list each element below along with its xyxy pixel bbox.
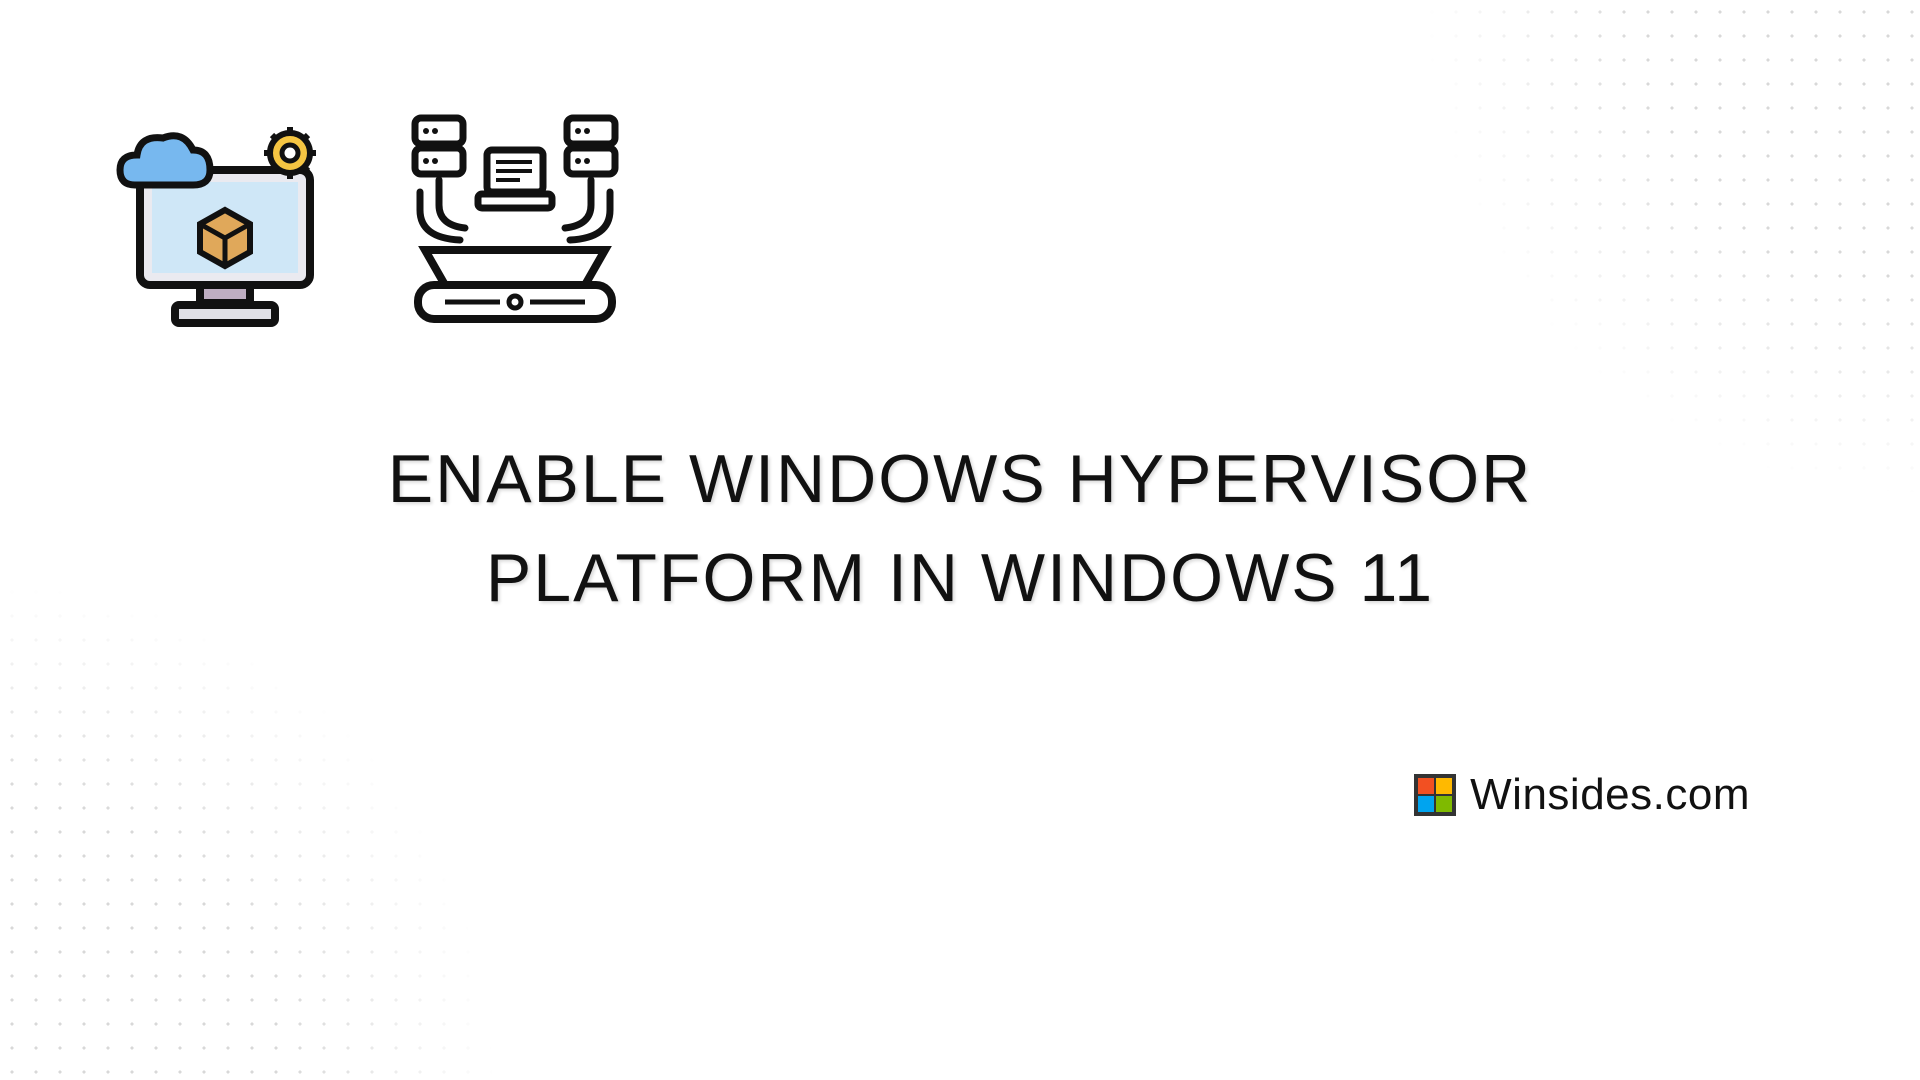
- brand-name: Winsides.com: [1470, 770, 1750, 820]
- cloud-computer-icon: [110, 110, 340, 330]
- decorative-dots-top-right: [1420, 0, 1920, 500]
- winsides-logo-icon: [1414, 774, 1456, 816]
- page-title: ENABLE WINDOWS HYPERVISOR PLATFORM IN WI…: [260, 430, 1660, 627]
- brand: Winsides.com: [1414, 770, 1750, 820]
- decorative-dots-bottom-left: [0, 580, 500, 1080]
- server-platform-icon: [400, 110, 630, 330]
- icon-row: [110, 110, 630, 330]
